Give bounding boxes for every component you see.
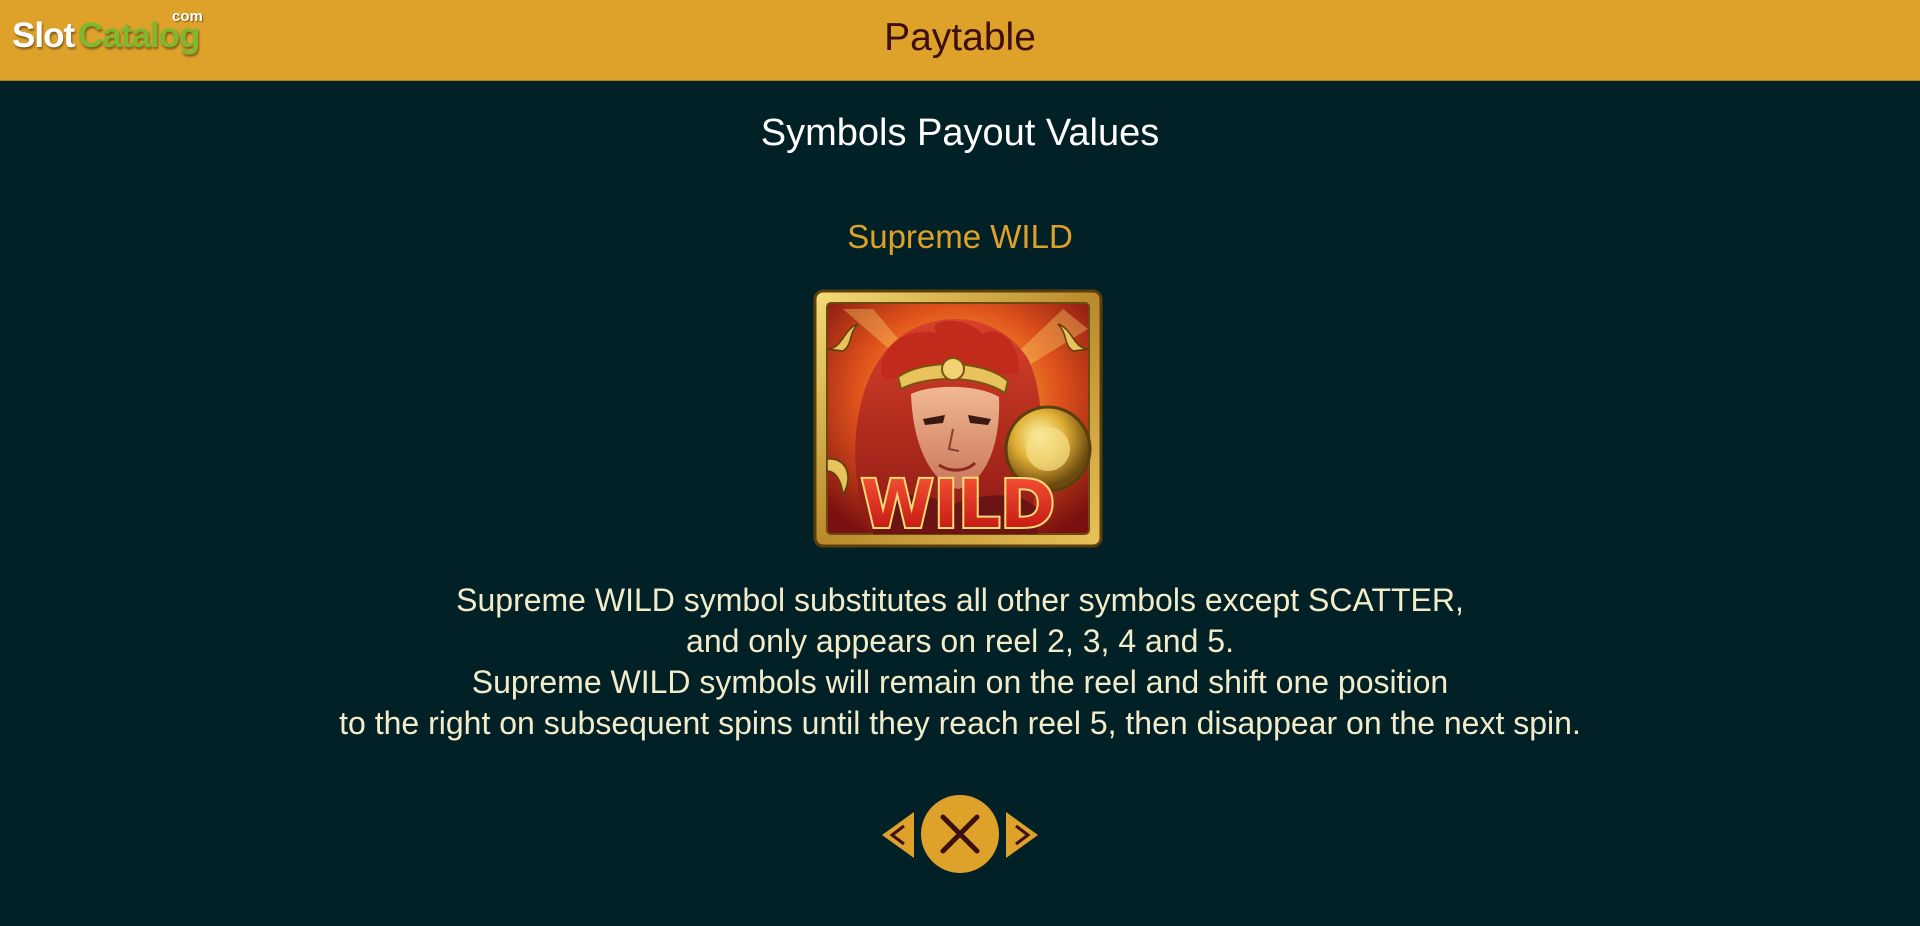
chevron-left-icon xyxy=(882,812,914,858)
close-icon xyxy=(921,795,999,873)
header-bar: Slot Catalog com Paytable xyxy=(0,0,1920,81)
symbol-name: Supreme WILD xyxy=(847,218,1073,255)
next-page-button[interactable] xyxy=(1002,810,1042,860)
description-line: Supreme WILD symbol substitutes all othe… xyxy=(456,582,1464,618)
description-line: to the right on subsequent spins until t… xyxy=(339,705,1581,741)
close-button[interactable] xyxy=(920,794,1000,874)
section-title: Symbols Payout Values xyxy=(760,112,1160,154)
chevron-right-icon xyxy=(1006,812,1038,858)
description-line: Supreme WILD symbols will remain on the … xyxy=(471,664,1449,700)
monkey-king-wild-icon: WILD xyxy=(813,289,1103,548)
page-title: Paytable xyxy=(884,16,1036,59)
wild-symbol-image: WILD xyxy=(813,289,1103,548)
previous-page-button[interactable] xyxy=(878,810,918,860)
symbol-description: Supreme WILD symbol substitutes all othe… xyxy=(0,580,1920,744)
paytable-navigation xyxy=(878,794,1042,874)
wild-label: WILD xyxy=(861,466,1055,543)
description-line: and only appears on reel 2, 3, 4 and 5. xyxy=(686,623,1234,659)
